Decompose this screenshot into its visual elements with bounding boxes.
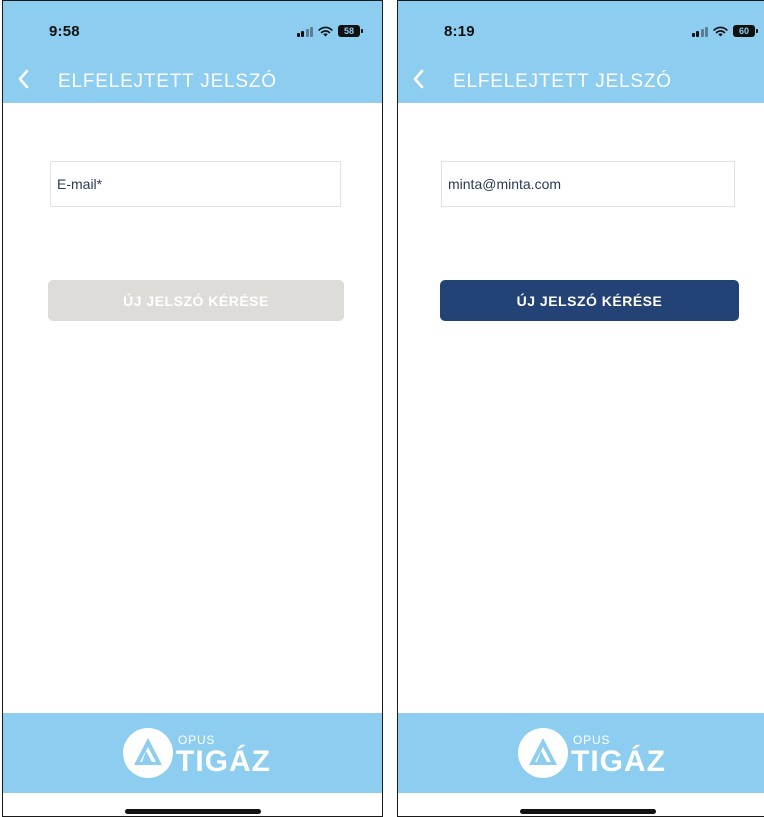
nav-bar: ELFELEJTETT JELSZÓ (398, 61, 764, 101)
home-indicator[interactable] (519, 809, 656, 814)
tigaz-logo-mark (518, 728, 568, 778)
status-bar: 8:19 60 (398, 1, 764, 51)
logo-text-tigaz: TIGÁZ (571, 745, 666, 778)
wifi-icon (318, 26, 333, 36)
header: 9:58 58 ELFELEJTETT JELSZÓ (3, 1, 382, 103)
battery-level: 58 (343, 25, 354, 36)
wifi-icon (713, 26, 728, 36)
battery-level: 60 (738, 25, 749, 36)
tigaz-logo-mark (123, 728, 173, 778)
status-time: 8:19 (444, 23, 475, 40)
status-icons: 60 (691, 24, 758, 38)
opus-tigaz-logo: OPUS TIGÁZ (122, 725, 282, 781)
status-icons: 58 (296, 24, 363, 38)
home-indicator[interactable] (124, 809, 261, 814)
phone-screen-empty: 9:58 58 ELFELEJTETT JELSZÓ E-mail* ÚJ JE… (2, 0, 383, 817)
status-time: 9:58 (49, 23, 80, 40)
footer: OPUS TIGÁZ (3, 713, 382, 793)
nav-bar: ELFELEJTETT JELSZÓ (3, 61, 382, 101)
signal-icon (691, 26, 708, 37)
header: 8:19 60 ELFELEJTETT JELSZÓ (398, 1, 764, 103)
email-field[interactable] (50, 161, 341, 207)
chevron-left-icon[interactable] (412, 69, 426, 89)
battery-icon: 58 (338, 25, 363, 37)
signal-icon (296, 26, 313, 37)
page-title: ELFELEJTETT JELSZÓ (58, 71, 277, 92)
request-new-password-button[interactable]: ÚJ JELSZÓ KÉRÉSE (48, 280, 344, 321)
opus-tigaz-logo: OPUS TIGÁZ (517, 725, 677, 781)
phone-screen-filled: 8:19 60 ELFELEJTETT JELSZÓ minta@minta.c… (397, 0, 764, 817)
footer: OPUS TIGÁZ (398, 713, 764, 793)
chevron-left-icon[interactable] (17, 69, 31, 89)
status-bar: 9:58 58 (3, 1, 382, 51)
page-title: ELFELEJTETT JELSZÓ (453, 71, 672, 92)
battery-icon: 60 (733, 25, 758, 37)
email-field[interactable] (441, 161, 735, 207)
logo-text-tigaz: TIGÁZ (176, 745, 271, 778)
request-new-password-button[interactable]: ÚJ JELSZÓ KÉRÉSE (440, 280, 739, 321)
